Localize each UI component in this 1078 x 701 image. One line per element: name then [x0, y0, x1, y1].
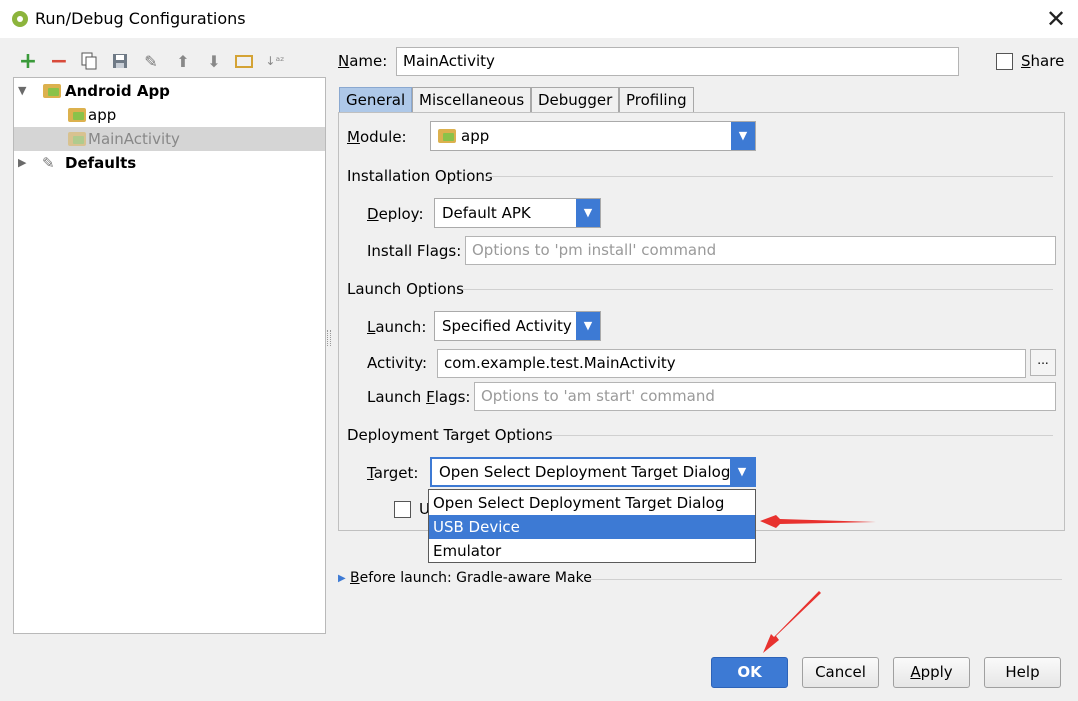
copy-icon[interactable] [79, 50, 99, 72]
window-title: Run/Debug Configurations [35, 9, 246, 28]
save-icon[interactable] [110, 50, 130, 72]
deployment-target-header: Deployment Target Options [347, 426, 553, 444]
module-folder-icon [438, 129, 456, 143]
tab-profiling[interactable]: Profiling [619, 87, 694, 113]
tab-debugger[interactable]: Debugger [531, 87, 620, 113]
share-checkbox[interactable] [996, 53, 1013, 70]
tree-item-label: app [88, 106, 117, 124]
help-button[interactable]: Help [984, 657, 1061, 688]
launch-options-header: Launch Options [347, 280, 464, 298]
launch-label: Launch: [367, 318, 427, 336]
deploy-combo[interactable]: Default APK ▼ [434, 198, 601, 228]
splitter-handle[interactable] [327, 330, 331, 346]
module-combo[interactable]: app ▼ [430, 121, 756, 151]
chevron-down-icon[interactable]: ▼ [576, 199, 600, 227]
expanded-arrow-icon[interactable]: ▼ [18, 79, 26, 103]
tab-miscellaneous[interactable]: Miscellaneous [412, 87, 532, 113]
activity-field[interactable]: com.example.test.MainActivity [437, 349, 1026, 378]
collapsed-arrow-icon[interactable]: ▶ [18, 151, 26, 175]
tree-item-app[interactable]: app [14, 103, 325, 127]
launch-combo[interactable]: Specified Activity ▼ [434, 311, 601, 341]
tree-item-mainactivity[interactable]: MainActivity [14, 127, 325, 151]
android-studio-icon [12, 11, 28, 27]
arrow-up-icon[interactable]: ⬆ [173, 50, 193, 72]
add-icon[interactable]: + [18, 49, 38, 74]
install-flags-field[interactable]: Options to 'pm install' command [465, 236, 1056, 265]
tree-item-android-app[interactable]: ▼ Android App [14, 79, 325, 103]
install-flags-label: Install Flags: [367, 242, 462, 260]
chevron-down-icon[interactable]: ▼ [731, 122, 755, 150]
target-label: Target: [367, 464, 419, 482]
android-app-icon [68, 132, 86, 146]
name-label: Name: [338, 52, 388, 70]
browse-activity-button[interactable]: ... [1030, 349, 1056, 376]
android-app-icon [68, 108, 86, 122]
usb-checkbox[interactable] [394, 501, 411, 518]
target-dropdown-list[interactable]: Open Select Deployment Target Dialog USB… [428, 489, 756, 563]
sort-icon[interactable]: ↓ᵃᶻ [265, 50, 285, 72]
module-label: Module: [347, 128, 407, 146]
remove-icon[interactable]: − [49, 49, 69, 74]
launch-flags-label: Launch Flags: [367, 388, 471, 406]
before-launch-label[interactable]: Before launch: Gradle-aware Make [350, 570, 592, 586]
target-combo[interactable]: Open Select Deployment Target Dialog ▼ [430, 457, 756, 487]
wrench-icon: ✎ [42, 154, 55, 172]
expand-arrow-icon[interactable]: ▶ [338, 573, 346, 584]
divider [487, 176, 1053, 177]
tree-item-defaults[interactable]: ▶ ✎ Defaults [14, 151, 325, 175]
apply-button[interactable]: Apply [893, 657, 970, 688]
dropdown-option-open-dialog[interactable]: Open Select Deployment Target Dialog [429, 491, 755, 515]
ok-button[interactable]: OK [711, 657, 788, 688]
arrow-to-ok-icon [763, 591, 821, 653]
close-button[interactable]: ✕ [1040, 2, 1072, 36]
installation-options-header: Installation Options [347, 167, 493, 185]
android-app-icon [43, 84, 61, 98]
name-field[interactable]: MainActivity [396, 47, 959, 76]
chevron-down-icon[interactable]: ▼ [730, 459, 754, 485]
wrench-icon[interactable]: ✎ [141, 50, 161, 72]
divider [462, 289, 1053, 290]
launch-flags-field[interactable]: Options to 'am start' command [474, 382, 1056, 411]
divider [587, 579, 1062, 580]
folder-icon[interactable] [234, 50, 254, 72]
share-label: Share [1021, 52, 1065, 70]
cancel-button[interactable]: Cancel [802, 657, 879, 688]
tab-general[interactable]: General [339, 87, 413, 113]
dropdown-option-usb-device[interactable]: USB Device [429, 515, 755, 539]
configuration-tree[interactable]: ▼ Android App app MainActivity ▶ ✎ Defau… [13, 77, 326, 634]
tree-item-label: Defaults [65, 154, 137, 172]
deploy-label: Deploy: [367, 205, 424, 223]
dropdown-option-emulator[interactable]: Emulator [429, 539, 755, 563]
divider [544, 435, 1053, 436]
tree-item-label: MainActivity [88, 130, 180, 148]
arrow-down-icon[interactable]: ⬇ [204, 50, 224, 72]
tree-item-label: Android App [65, 82, 170, 100]
chevron-down-icon[interactable]: ▼ [576, 312, 600, 340]
activity-label: Activity: [367, 354, 428, 372]
